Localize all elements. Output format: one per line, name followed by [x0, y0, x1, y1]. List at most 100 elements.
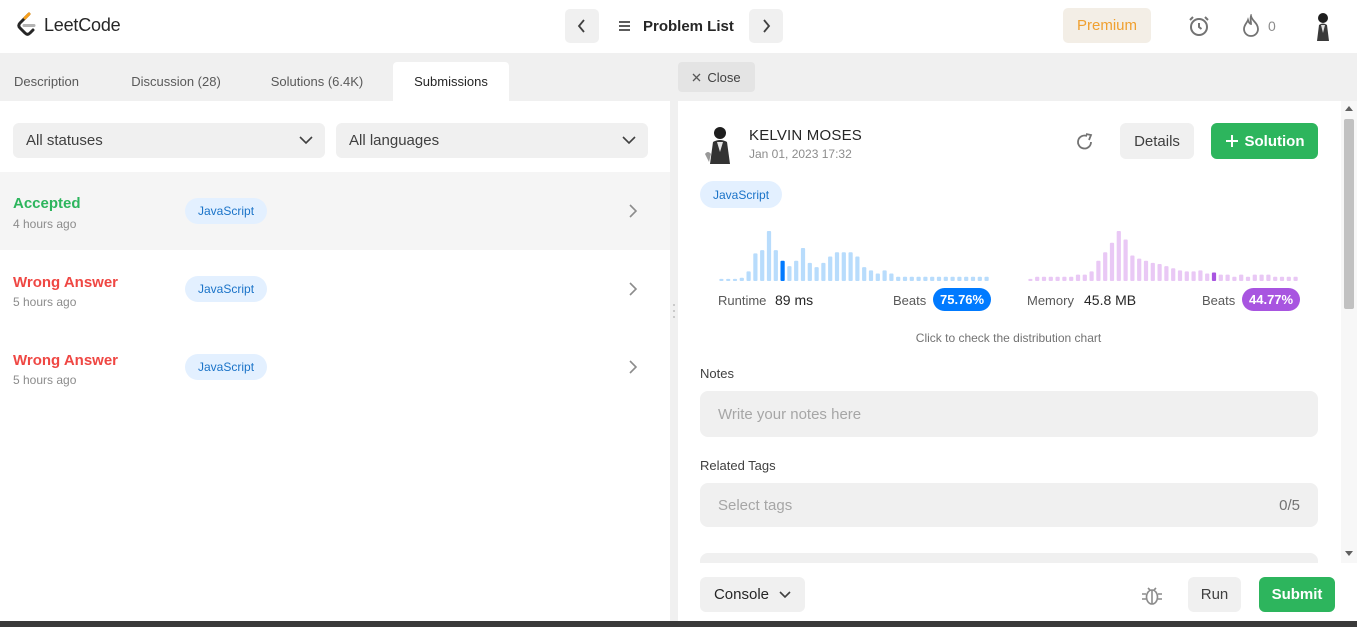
bug-icon: [1142, 587, 1162, 605]
distribution-bar: [828, 256, 833, 281]
submission-status: Accepted: [13, 195, 81, 212]
submission-detail-panel: KELVIN MOSES Jan 01, 2023 17:32 Details …: [678, 101, 1357, 563]
additional-field[interactable]: [700, 553, 1318, 563]
submission-language-badge: JavaScript: [185, 354, 268, 380]
memory-distribution-chart[interactable]: [1027, 229, 1299, 281]
problem-list-label: Problem List: [643, 17, 734, 35]
submission-row[interactable]: Wrong Answer 5 hours ago JavaScript: [0, 250, 670, 328]
previous-problem-button[interactable]: [565, 9, 599, 43]
scroll-up-icon: [1345, 106, 1353, 111]
problem-tabs: Description Discussion (28) Solutions (6…: [0, 62, 670, 101]
details-button[interactable]: Details: [1120, 123, 1194, 159]
distribution-bar: [1245, 276, 1251, 281]
distribution-bar: [794, 260, 799, 281]
chevron-down-icon: [779, 590, 791, 598]
distribution-bar: [760, 250, 765, 281]
tab-discussion[interactable]: Discussion (28): [120, 62, 232, 101]
distribution-bar: [1035, 276, 1040, 281]
distribution-bar: [1273, 276, 1278, 281]
close-button[interactable]: Close: [678, 62, 755, 92]
submission-status: Wrong Answer: [13, 274, 119, 291]
premium-button[interactable]: Premium: [1063, 8, 1151, 43]
refresh-icon: [1077, 133, 1093, 150]
distribution-bar: [1198, 270, 1203, 281]
detail-scrollbar[interactable]: [1341, 101, 1357, 563]
submission-time: 4 hours ago: [13, 217, 77, 231]
fire-icon: [1243, 14, 1259, 37]
chevron-down-icon: [299, 136, 313, 145]
submit-button[interactable]: Submit: [1259, 577, 1335, 612]
submission-date: Jan 01, 2023 17:32: [749, 147, 852, 161]
chevron-right-icon: [763, 19, 771, 33]
next-problem-button[interactable]: [749, 9, 783, 43]
post-solution-button[interactable]: Solution: [1211, 123, 1318, 159]
distribution-bar: [950, 276, 955, 281]
submission-time: 5 hours ago: [13, 295, 77, 309]
distribution-bar: [1184, 271, 1189, 281]
console-toggle-button[interactable]: Console: [700, 577, 805, 612]
solution-label: Solution: [1244, 132, 1305, 150]
tab-solutions[interactable]: Solutions (6.4K): [259, 62, 375, 101]
distribution-bar: [1225, 274, 1230, 281]
streak-counter[interactable]: 0: [1242, 14, 1276, 38]
distribution-bar: [1028, 278, 1033, 281]
distribution-bar: [1218, 274, 1223, 281]
runtime-distribution-chart[interactable]: [718, 229, 990, 281]
runtime-beats-badge: 75.76%: [933, 288, 992, 311]
distribution-bar: [726, 278, 731, 281]
distribution-bar: [977, 276, 982, 281]
drag-handle-icon: [673, 304, 675, 318]
chevron-right-icon: [629, 282, 638, 296]
distribution-bar-current: [780, 260, 785, 281]
related-tags-label: Related Tags: [700, 458, 776, 473]
tab-description[interactable]: Description: [0, 62, 93, 101]
runtime-label: Runtime: [718, 293, 767, 308]
distribution-bar: [1062, 276, 1067, 281]
submission-row[interactable]: Accepted 4 hours ago JavaScript: [0, 172, 670, 250]
submissions-panel: All statuses All languages Accepted 4 ho…: [0, 101, 670, 621]
distribution-bar: [868, 270, 874, 281]
distribution-bar: [1096, 260, 1101, 281]
distribution-bar: [732, 278, 738, 281]
distribution-bar: [1266, 274, 1271, 281]
distribution-bar: [1103, 252, 1108, 281]
debug-button[interactable]: [1141, 583, 1163, 607]
distribution-bar: [1252, 274, 1257, 281]
scroll-thumb[interactable]: [1344, 119, 1354, 309]
distribution-bar: [1164, 266, 1169, 281]
tab-submissions[interactable]: Submissions: [393, 62, 509, 101]
distribution-bar: [821, 262, 826, 281]
distribution-bar: [889, 273, 894, 281]
run-button[interactable]: Run: [1188, 577, 1241, 612]
plus-icon: [1225, 135, 1238, 147]
distribution-bar: [1259, 274, 1264, 281]
distribution-bar: [1082, 274, 1087, 281]
distribution-bar: [957, 276, 962, 281]
distribution-bar: [970, 276, 976, 281]
problem-list-button[interactable]: Problem List: [618, 9, 734, 43]
panel-resize-handle[interactable]: [670, 53, 678, 621]
distribution-bar: [1055, 276, 1060, 281]
distribution-bar: [766, 231, 772, 281]
console-label: Console: [713, 586, 770, 603]
tags-placeholder: Select tags: [718, 496, 793, 514]
status-filter-select[interactable]: All statuses: [13, 123, 325, 158]
submission-time: 5 hours ago: [13, 373, 77, 387]
distribution-bar: [1130, 255, 1135, 281]
distribution-bar: [719, 278, 724, 281]
distribution-bar: [943, 276, 948, 281]
distribution-bar: [930, 276, 935, 281]
refresh-button[interactable]: [1074, 131, 1096, 153]
distribution-chart-link[interactable]: Click to check the distribution chart: [678, 331, 1339, 345]
leetcode-logo[interactable]: LeetCode: [16, 12, 121, 38]
editor-footer: Console Run Submit: [678, 563, 1357, 621]
notes-input[interactable]: Write your notes here: [700, 391, 1318, 437]
chevron-down-icon: [622, 136, 636, 145]
tags-select[interactable]: Select tags 0/5: [700, 483, 1318, 527]
submission-row[interactable]: Wrong Answer 5 hours ago JavaScript: [0, 328, 670, 406]
submission-status: Wrong Answer: [13, 352, 119, 369]
timer-button[interactable]: [1186, 13, 1212, 39]
user-avatar-button[interactable]: [1310, 11, 1336, 41]
language-filter-select[interactable]: All languages: [336, 123, 648, 158]
distribution-bar: [753, 253, 758, 281]
